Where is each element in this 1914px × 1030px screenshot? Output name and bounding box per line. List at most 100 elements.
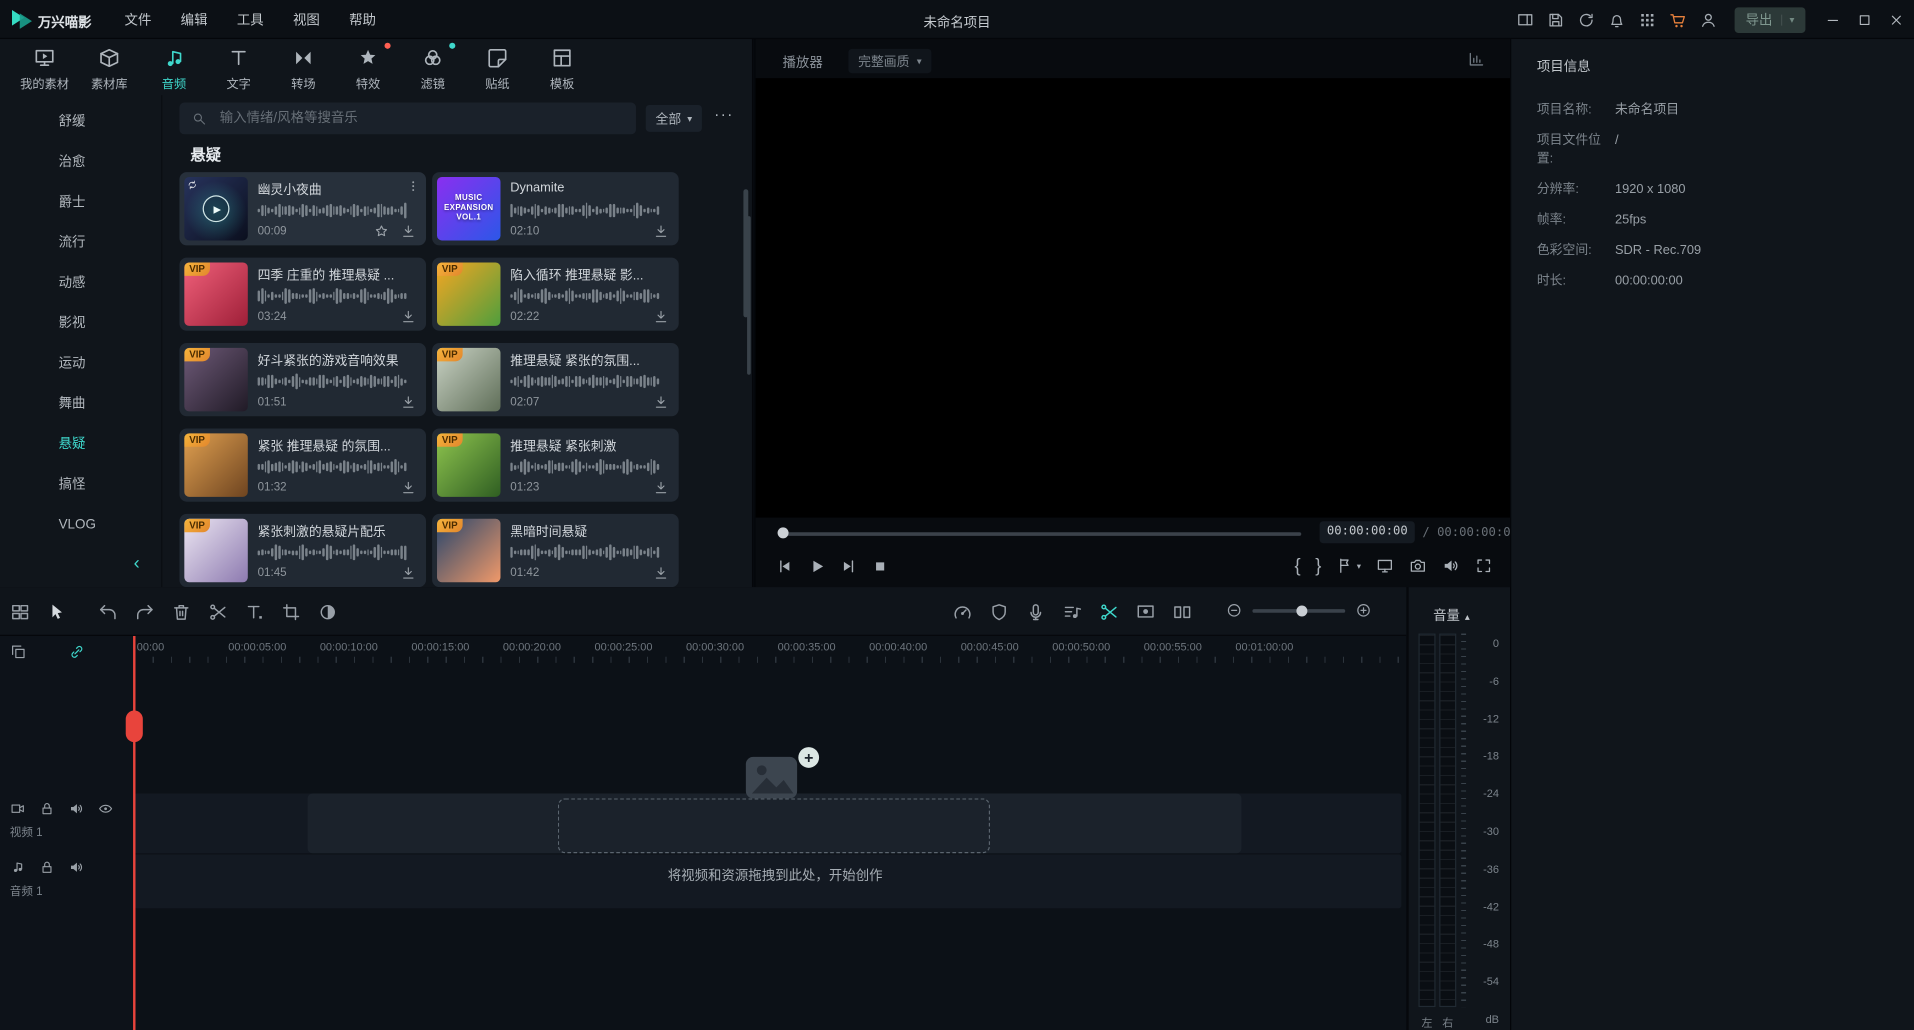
- zoom-slider[interactable]: [1252, 609, 1345, 613]
- undo-button[interactable]: [98, 602, 119, 623]
- category-item[interactable]: 治愈: [0, 143, 161, 183]
- music-note-button[interactable]: [10, 859, 26, 875]
- gauge-button[interactable]: [952, 602, 973, 623]
- export-button[interactable]: 导出 ▾: [1735, 7, 1806, 33]
- speaker-button[interactable]: [68, 859, 84, 875]
- music-card[interactable]: VIP紧张刺激的悬疑片配乐01:45: [179, 514, 426, 587]
- fullscreen-button[interactable]: [1475, 557, 1493, 575]
- cursor-button[interactable]: [46, 602, 67, 623]
- prev-frame-button[interactable]: [775, 557, 795, 577]
- eye-button[interactable]: [98, 801, 114, 817]
- menu-item[interactable]: 视图: [278, 10, 334, 30]
- scissors-button[interactable]: [208, 602, 229, 623]
- category-item[interactable]: 舒缓: [0, 103, 161, 143]
- collapse-tracks-button[interactable]: [10, 643, 27, 660]
- tab-text[interactable]: 文字: [206, 39, 271, 95]
- tab-transition[interactable]: 转场: [271, 39, 336, 95]
- favorite-button[interactable]: [374, 223, 390, 239]
- stop-button[interactable]: [870, 557, 890, 577]
- tab-media[interactable]: 我的素材: [12, 39, 77, 95]
- menu-item[interactable]: 工具: [222, 10, 278, 30]
- save-button[interactable]: [1541, 4, 1572, 35]
- download-button[interactable]: [653, 394, 669, 410]
- download-button[interactable]: [400, 480, 416, 496]
- mic-button[interactable]: [1025, 602, 1046, 623]
- track-grid-button[interactable]: [10, 602, 31, 623]
- bell-button[interactable]: [1602, 4, 1633, 35]
- marker-flag-button[interactable]: ▾: [1336, 557, 1361, 575]
- more-options-button[interactable]: ···: [714, 105, 734, 123]
- category-item[interactable]: 悬疑: [0, 425, 161, 465]
- brace-left-button[interactable]: {: [1294, 557, 1300, 575]
- music-card[interactable]: VIP紧张 推理悬疑 的氛围...01:32: [179, 428, 426, 501]
- music-card[interactable]: VIP推理悬疑 紧张刺激01:23: [432, 428, 679, 501]
- zoom-in-button[interactable]: [1355, 602, 1372, 619]
- panel-layout-button[interactable]: [1510, 4, 1541, 35]
- cart-button[interactable]: [1663, 4, 1694, 35]
- tab-templates[interactable]: 模板: [530, 39, 595, 95]
- category-item[interactable]: 流行: [0, 223, 161, 263]
- music-card[interactable]: VIP黑暗时间悬疑01:42: [432, 514, 679, 587]
- category-item[interactable]: 运动: [0, 344, 161, 384]
- category-item[interactable]: 动感: [0, 264, 161, 304]
- sync-button[interactable]: [1571, 4, 1602, 35]
- category-item[interactable]: 爵士: [0, 183, 161, 223]
- category-item[interactable]: 影视: [0, 304, 161, 344]
- split-button[interactable]: [1172, 602, 1193, 623]
- brace-right-button[interactable]: }: [1315, 557, 1321, 575]
- download-button[interactable]: [400, 223, 416, 239]
- smart-cut-button[interactable]: [1099, 602, 1120, 623]
- menu-item[interactable]: 帮助: [334, 10, 390, 30]
- trash-button[interactable]: [171, 602, 192, 623]
- category-item[interactable]: 舞曲: [0, 385, 161, 425]
- search-input[interactable]: [217, 110, 636, 127]
- snapshot-button[interactable]: [1409, 557, 1427, 575]
- close-button[interactable]: [1880, 4, 1912, 36]
- card-menu-button[interactable]: [405, 178, 421, 194]
- menu-item[interactable]: 编辑: [166, 10, 222, 30]
- filter-dropdown[interactable]: 全部 ▾: [646, 105, 702, 132]
- tab-filters[interactable]: 滤镜: [400, 39, 465, 95]
- drop-zone[interactable]: [558, 798, 990, 853]
- redo-button[interactable]: [134, 602, 155, 623]
- histogram-button[interactable]: [1467, 50, 1485, 68]
- lock-button[interactable]: [39, 801, 55, 817]
- category-item[interactable]: 搞怪: [0, 465, 161, 505]
- screen-record-button[interactable]: [1135, 602, 1156, 623]
- music-card[interactable]: MUSICEXPANSIONVOL.1Dynamite02:10: [432, 172, 679, 245]
- speaker-button[interactable]: [68, 801, 84, 817]
- tab-stickers[interactable]: 贴纸: [465, 39, 530, 95]
- download-button[interactable]: [653, 223, 669, 239]
- download-button[interactable]: [653, 480, 669, 496]
- playhead[interactable]: [133, 636, 135, 1030]
- category-item[interactable]: VLOG: [0, 505, 161, 545]
- palette-button[interactable]: [317, 602, 338, 623]
- volume-title[interactable]: 音量▴: [1433, 605, 1470, 625]
- download-button[interactable]: [400, 565, 416, 581]
- download-button[interactable]: [400, 309, 416, 325]
- shield-button[interactable]: [989, 602, 1010, 623]
- zoom-slider-handle[interactable]: [1296, 605, 1307, 616]
- apps-grid-button[interactable]: [1632, 4, 1663, 35]
- download-button[interactable]: [400, 394, 416, 410]
- music-card[interactable]: VIP推理悬疑 紧张的氛围...02:07: [432, 343, 679, 416]
- next-frame-button[interactable]: [839, 557, 859, 577]
- quality-dropdown[interactable]: 完整画质 ▾: [848, 49, 931, 73]
- content-scrollbar[interactable]: [743, 189, 748, 317]
- minimize-button[interactable]: [1816, 4, 1848, 36]
- tab-effects[interactable]: 特效: [336, 39, 401, 95]
- menu-item[interactable]: 文件: [110, 10, 166, 30]
- maximize-button[interactable]: [1848, 4, 1880, 36]
- playhead-handle[interactable]: [126, 710, 143, 742]
- lock-button[interactable]: [39, 859, 55, 875]
- text-tool-button[interactable]: [244, 602, 265, 623]
- zoom-out-button[interactable]: [1226, 602, 1243, 619]
- play-button[interactable]: [807, 557, 827, 577]
- seek-handle[interactable]: [778, 527, 789, 538]
- timeline-ruler[interactable]: 00:0000:00:05:0000:00:10:0000:00:15:0000…: [134, 636, 1406, 663]
- music-card[interactable]: VIP四季 庄重的 推理悬疑 ...03:24: [179, 258, 426, 331]
- link-button[interactable]: [68, 643, 85, 660]
- music-card[interactable]: ▶幽灵小夜曲00:09: [179, 172, 426, 245]
- user-button[interactable]: [1693, 4, 1724, 35]
- download-button[interactable]: [653, 565, 669, 581]
